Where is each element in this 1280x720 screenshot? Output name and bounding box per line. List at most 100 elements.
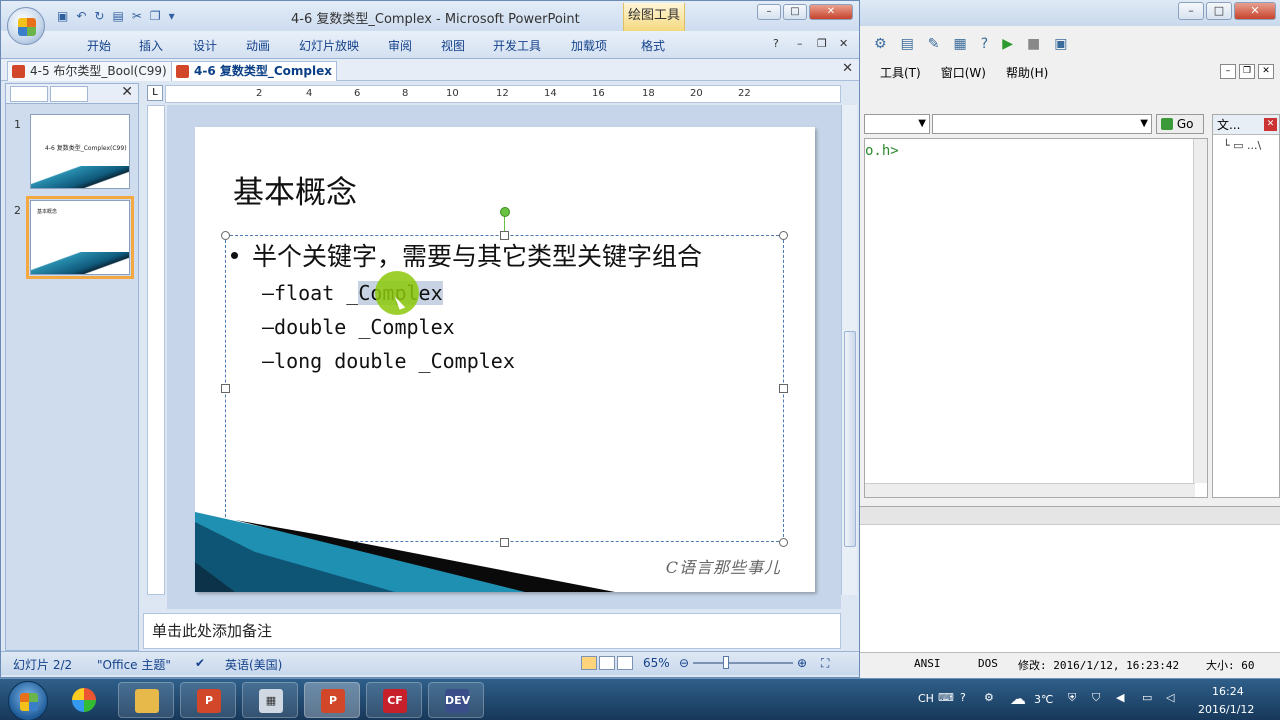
tab-addins[interactable]: 加载项	[571, 37, 607, 54]
network-icon[interactable]: ▭	[1142, 691, 1152, 704]
help-icon[interactable]: ?	[773, 37, 779, 50]
keyboard-icon[interactable]: ⌨	[938, 691, 954, 704]
ime-indicator[interactable]: CH	[918, 692, 934, 705]
menu-help[interactable]: 帮助(H)	[1006, 64, 1048, 81]
copy-icon[interactable]: ❐	[150, 9, 161, 23]
tool-icon[interactable]: ⚙	[874, 36, 887, 52]
speaker-icon[interactable]: ◁	[1166, 691, 1174, 704]
close-button[interactable]: ✕	[809, 4, 853, 20]
help-icon[interactable]: ?	[960, 691, 966, 704]
office-button[interactable]	[7, 7, 45, 45]
tab-home[interactable]: 开始	[87, 37, 111, 54]
ribbon-minimize-button[interactable]: –	[797, 37, 803, 50]
sub-bullet-3[interactable]: –long double _Complex	[262, 349, 515, 373]
sorter-view-button[interactable]	[599, 656, 615, 670]
customize-icon[interactable]: ▾	[169, 9, 175, 23]
stop-icon[interactable]: ■	[1027, 36, 1040, 52]
taskbar-app-powerpoint-active[interactable]: P	[304, 682, 360, 718]
tab-review[interactable]: 审阅	[388, 37, 412, 54]
pen-icon[interactable]: ✎	[928, 36, 940, 52]
slide[interactable]: 基本概念 半个关键字，需要与其它类型关键字组合 –float _Complex …	[195, 127, 815, 592]
resize-handle[interactable]	[779, 384, 788, 393]
symbol-combo[interactable]: ▼	[932, 114, 1152, 134]
maximize-button[interactable]: □	[783, 4, 807, 20]
taskbar-app-powerpoint-1[interactable]: P	[180, 682, 236, 718]
slides-tab[interactable]	[10, 86, 48, 102]
tab-view[interactable]: 视图	[441, 37, 465, 54]
fit-window-icon[interactable]: ⛶	[821, 656, 829, 671]
canvas-vscroll[interactable]	[841, 105, 857, 595]
drawing-tools-tab[interactable]: 绘图工具	[623, 3, 685, 31]
minimize-button[interactable]: –	[757, 4, 781, 20]
build-icon[interactable]: ▤	[901, 36, 914, 52]
bullet-line[interactable]: 半个关键字，需要与其它类型关键字组合	[231, 237, 702, 273]
vertical-ruler[interactable]	[147, 105, 165, 595]
start-button[interactable]	[8, 681, 48, 720]
editor-hscroll[interactable]	[865, 483, 1195, 497]
scope-combo[interactable]: ▼	[864, 114, 930, 134]
code-editor[interactable]: o.h>	[864, 138, 1208, 498]
menu-tools[interactable]: 工具(T)	[880, 64, 921, 81]
tab-animation[interactable]: 动画	[246, 37, 270, 54]
ide-close-button[interactable]: ✕	[1234, 2, 1276, 20]
save-icon[interactable]: ▣	[57, 9, 68, 23]
mdi-close-button[interactable]: ✕	[1258, 64, 1274, 79]
run-icon[interactable]: ▶	[1002, 36, 1013, 52]
ime-settings-icon[interactable]: ⚙	[984, 691, 994, 704]
clock-date[interactable]: 2016/1/12	[1198, 703, 1254, 716]
resize-handle[interactable]	[221, 384, 230, 393]
taskbar-app-calculator[interactable]: ▦	[242, 682, 298, 718]
ribbon-close-button[interactable]: ✕	[839, 37, 848, 50]
undo-icon[interactable]: ↶	[76, 9, 86, 23]
compile-icon[interactable]: ▦	[954, 36, 967, 52]
horizontal-ruler[interactable]: 2 4 6 8 10 12 14 16 18 20 22	[165, 85, 841, 103]
close-icon[interactable]: ✕	[1264, 118, 1277, 131]
tab-insert[interactable]: 插入	[139, 37, 163, 54]
mdi-minimize-button[interactable]: –	[1220, 64, 1236, 79]
close-icon[interactable]: ✕	[842, 61, 853, 76]
mdi-restore-button[interactable]: ❐	[1239, 64, 1255, 79]
slideshow-view-button[interactable]	[617, 656, 633, 670]
go-button[interactable]: Go	[1156, 114, 1204, 134]
normal-view-button[interactable]	[581, 656, 597, 670]
weather-cloud-icon[interactable]: ☁	[1010, 689, 1026, 708]
taskbar-app-devcpp[interactable]: DEV	[428, 682, 484, 718]
slide-heading[interactable]: 基本概念	[233, 167, 357, 212]
taskbar-app-pinwheel[interactable]	[56, 682, 112, 718]
slide-thumbnail-1[interactable]: 4-6 复数类型_Complex(C99)	[30, 114, 130, 189]
resize-handle[interactable]	[221, 231, 230, 240]
editor-vscroll[interactable]	[1193, 139, 1207, 483]
menu-window[interactable]: 窗口(W)	[941, 64, 986, 81]
cut-icon[interactable]: ✂	[132, 9, 142, 23]
taskbar-app-cfree[interactable]: CF	[366, 682, 422, 718]
clock-time[interactable]: 16:24	[1212, 685, 1244, 698]
tab-slideshow[interactable]: 幻灯片放映	[299, 37, 359, 54]
zoom-slider-handle[interactable]	[723, 656, 729, 669]
debug-icon[interactable]: ▣	[1054, 36, 1067, 52]
ruler-toggle[interactable]: L	[147, 85, 163, 101]
notes-pane[interactable]: 单击此处添加备注	[143, 613, 841, 649]
doc-tab-bool[interactable]: 4-5 布尔类型_Bool(C99)	[7, 61, 172, 81]
tab-developer[interactable]: 开发工具	[493, 37, 541, 54]
outline-tab[interactable]	[50, 86, 88, 102]
tab-format[interactable]: 格式	[633, 37, 673, 54]
rotate-handle[interactable]	[500, 207, 510, 217]
ide-maximize-button[interactable]: □	[1206, 2, 1232, 20]
volume-mute-icon[interactable]: ◀	[1116, 691, 1124, 704]
zoom-slider[interactable]	[693, 662, 793, 664]
doc-tab-complex[interactable]: 4-6 复数类型_Complex	[171, 61, 337, 81]
help-icon[interactable]: ?	[981, 36, 988, 52]
redo-icon[interactable]: ↻	[94, 9, 104, 23]
zoom-level[interactable]: 65%	[643, 656, 670, 670]
zoom-in-icon[interactable]: ⊕	[797, 656, 807, 670]
tab-design[interactable]: 设计	[193, 37, 217, 54]
resize-handle[interactable]	[779, 231, 788, 240]
sub-bullet-2[interactable]: –double _Complex	[262, 315, 455, 339]
security-icon[interactable]: ⛨	[1068, 691, 1076, 705]
zoom-out-icon[interactable]: ⊖	[679, 656, 689, 670]
spellcheck-icon[interactable]: ✔	[195, 656, 205, 670]
print-preview-icon[interactable]: ▤	[112, 9, 123, 23]
slide-thumbnail-2[interactable]: 基本概念	[26, 196, 134, 279]
file-tree-item[interactable]: └ ▭ ...\	[1213, 135, 1279, 152]
shield-icon[interactable]: ⛉	[1092, 691, 1100, 705]
